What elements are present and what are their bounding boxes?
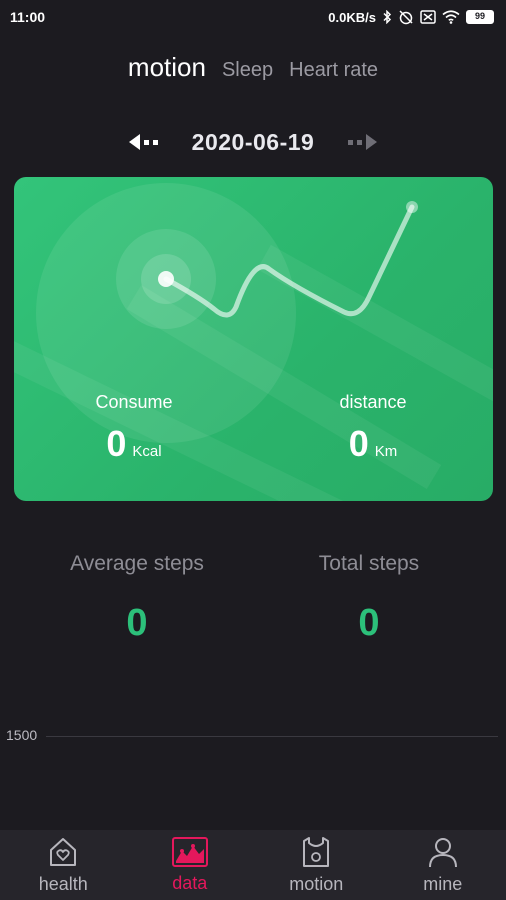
summary-card: Consume 0 Kcal distance 0 Km bbox=[14, 177, 493, 501]
nav-motion-label: motion bbox=[289, 873, 344, 894]
jersey-icon bbox=[303, 836, 330, 867]
arrow-dot bbox=[348, 139, 354, 145]
sim-icon bbox=[420, 10, 436, 24]
battery-icon: 99 bbox=[466, 10, 494, 24]
arrow-dot bbox=[152, 139, 158, 145]
arrow-dot bbox=[143, 139, 149, 145]
arrow-dot bbox=[357, 139, 363, 145]
total-steps-label: Total steps bbox=[318, 552, 420, 575]
nav-motion[interactable]: motion bbox=[253, 836, 379, 895]
person-icon bbox=[428, 837, 457, 867]
consume-label: Consume bbox=[95, 392, 173, 412]
tab-motion[interactable]: motion bbox=[128, 52, 206, 83]
consume-stat: Consume 0 Kcal bbox=[34, 392, 234, 465]
nav-mine-label: mine bbox=[423, 873, 463, 894]
next-day-button[interactable] bbox=[348, 134, 378, 150]
bluetooth-icon bbox=[383, 10, 392, 24]
consume-unit: Kcal bbox=[132, 443, 162, 460]
distance-value-row: 0 Km bbox=[273, 423, 473, 465]
tab-heart-rate[interactable]: Heart rate bbox=[289, 59, 378, 82]
distance-label: distance bbox=[339, 392, 407, 412]
nav-data[interactable]: data bbox=[127, 836, 253, 894]
tab-sleep[interactable]: Sleep bbox=[222, 59, 273, 82]
nav-health-label: health bbox=[38, 873, 88, 894]
chart-axis-label: 1500 bbox=[6, 727, 38, 743]
top-tabs: motion Sleep Heart rate bbox=[0, 52, 506, 92]
wifi-icon bbox=[442, 10, 460, 24]
chart-picture-icon bbox=[171, 836, 208, 867]
status-icons: 0.0KB/s 99 bbox=[328, 9, 494, 25]
arrow-right-icon bbox=[366, 134, 378, 150]
bottom-nav: health data motion mine bbox=[0, 830, 506, 900]
average-steps-value: 0 bbox=[126, 602, 148, 644]
average-steps-stat: Average steps 0 bbox=[27, 552, 247, 645]
nav-data-label: data bbox=[172, 872, 208, 893]
heart-house-icon bbox=[50, 837, 77, 866]
status-bar: 11:00 0.0KB/s 99 bbox=[0, 0, 506, 34]
network-speed: 0.0KB/s bbox=[328, 9, 376, 25]
date-label: 2020-06-19 bbox=[191, 128, 315, 155]
distance-value: 0 bbox=[348, 423, 369, 464]
distance-unit: Km bbox=[374, 443, 398, 460]
nav-health[interactable]: health bbox=[0, 836, 126, 895]
chart-gridline bbox=[46, 736, 498, 737]
average-steps-label: Average steps bbox=[70, 552, 204, 575]
status-time: 11:00 bbox=[10, 9, 46, 25]
alarm-off-icon bbox=[399, 10, 413, 25]
total-steps-stat: Total steps 0 bbox=[259, 552, 479, 645]
consume-value: 0 bbox=[106, 423, 127, 464]
arrow-left-icon bbox=[128, 134, 140, 150]
date-nav: 2020-06-19 bbox=[0, 124, 506, 160]
total-steps-value: 0 bbox=[358, 602, 380, 644]
distance-stat: distance 0 Km bbox=[273, 392, 473, 465]
nav-mine[interactable]: mine bbox=[380, 836, 506, 895]
previous-day-button[interactable] bbox=[128, 134, 158, 150]
consume-value-row: 0 Kcal bbox=[34, 423, 234, 465]
